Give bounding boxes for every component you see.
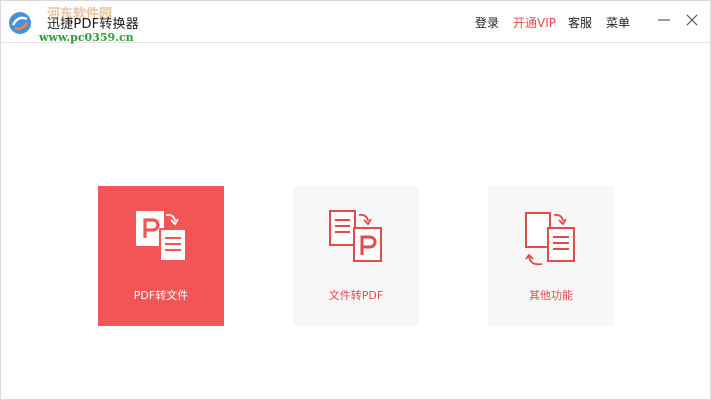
card-pdf-to-file[interactable]: PDF转文件 [98, 186, 224, 326]
menu-link[interactable]: 菜单 [606, 14, 630, 31]
watermark-url: www.pc0359.cn [39, 31, 134, 44]
card-other-functions[interactable]: 其他功能 [488, 186, 614, 326]
login-link[interactable]: 登录 [475, 14, 499, 31]
open-vip-link[interactable]: 开通VIP [513, 14, 556, 31]
title-bar: 河东软件园 迅捷PDF转换器 www.pc0359.cn 登录 开通VIP 客服… [1, 1, 710, 44]
minimize-button[interactable] [654, 10, 674, 30]
pdf-to-file-icon [136, 211, 187, 262]
card-file-to-pdf[interactable]: 文件转PDF [293, 186, 419, 326]
card-label: PDF转文件 [133, 289, 189, 302]
file-to-pdf-icon [329, 210, 382, 262]
close-button[interactable] [682, 10, 702, 30]
card-label: 文件转PDF [328, 289, 384, 302]
card-label: 其他功能 [529, 289, 573, 302]
app-logo-icon [9, 12, 31, 34]
app-window: 河东软件园 迅捷PDF转换器 www.pc0359.cn 登录 开通VIP 客服… [0, 0, 711, 400]
other-functions-icon [525, 212, 575, 266]
app-title: 迅捷PDF转换器 [47, 17, 139, 32]
customer-service-link[interactable]: 客服 [568, 14, 592, 31]
